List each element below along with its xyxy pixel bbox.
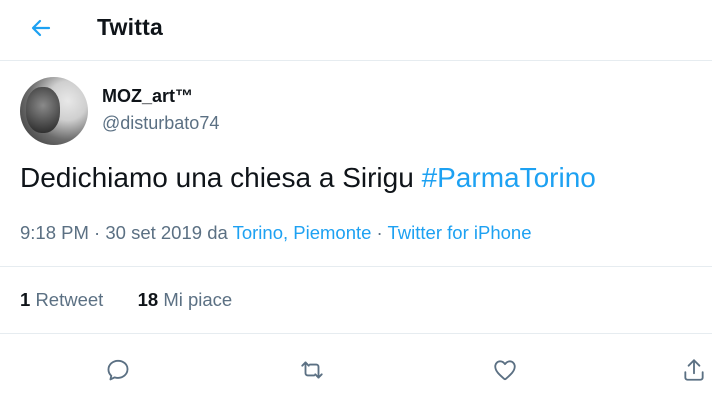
divider xyxy=(0,266,712,267)
location-link[interactable]: Torino, Piemonte xyxy=(233,222,372,243)
meta-separator: · xyxy=(88,222,106,243)
page-title: Twitta xyxy=(97,14,163,40)
source-link[interactable]: Twitter for iPhone xyxy=(388,222,532,243)
retweet-button[interactable] xyxy=(294,352,330,388)
meta-da: da xyxy=(202,222,233,243)
author-username[interactable]: @disturbato74 xyxy=(102,113,219,134)
arrow-left-icon xyxy=(31,19,51,37)
hashtag-link[interactable]: #ParmaTorino xyxy=(422,162,596,193)
like-button[interactable] xyxy=(487,352,523,388)
likes-label: Mi piace xyxy=(163,289,233,310)
tweet-stats: 1 Retweet 18 Mi piace xyxy=(20,289,232,311)
tweet-body: Dedichiamo una chiesa a Sirigu xyxy=(20,162,422,193)
retweets-count: 1 xyxy=(20,289,31,310)
tweet-time[interactable]: 9:18 PM xyxy=(20,222,89,243)
retweets-label: Retweet xyxy=(35,289,104,310)
top-bar: Twitta xyxy=(0,0,712,61)
tweet-date[interactable]: 30 set 2019 xyxy=(105,222,202,243)
retweets-stat[interactable]: 1 Retweet xyxy=(20,289,103,310)
tweet-text: Dedichiamo una chiesa a Sirigu #ParmaTor… xyxy=(20,162,596,194)
divider xyxy=(0,333,712,334)
author-display-name[interactable]: MOZ_art™ xyxy=(102,86,193,107)
likes-stat[interactable]: 18 Mi piace xyxy=(138,289,233,310)
reply-icon xyxy=(107,359,129,381)
avatar[interactable] xyxy=(20,77,88,145)
share-button[interactable] xyxy=(676,352,712,388)
likes-count: 18 xyxy=(137,289,159,310)
meta-separator: · xyxy=(371,222,388,243)
like-icon xyxy=(494,360,516,381)
reply-button[interactable] xyxy=(100,352,136,388)
tweet-meta: 9:18 PM · 30 set 2019 da Torino, Piemont… xyxy=(20,222,531,244)
back-button[interactable] xyxy=(22,12,60,44)
retweet-icon xyxy=(301,361,323,379)
share-icon xyxy=(684,359,704,381)
